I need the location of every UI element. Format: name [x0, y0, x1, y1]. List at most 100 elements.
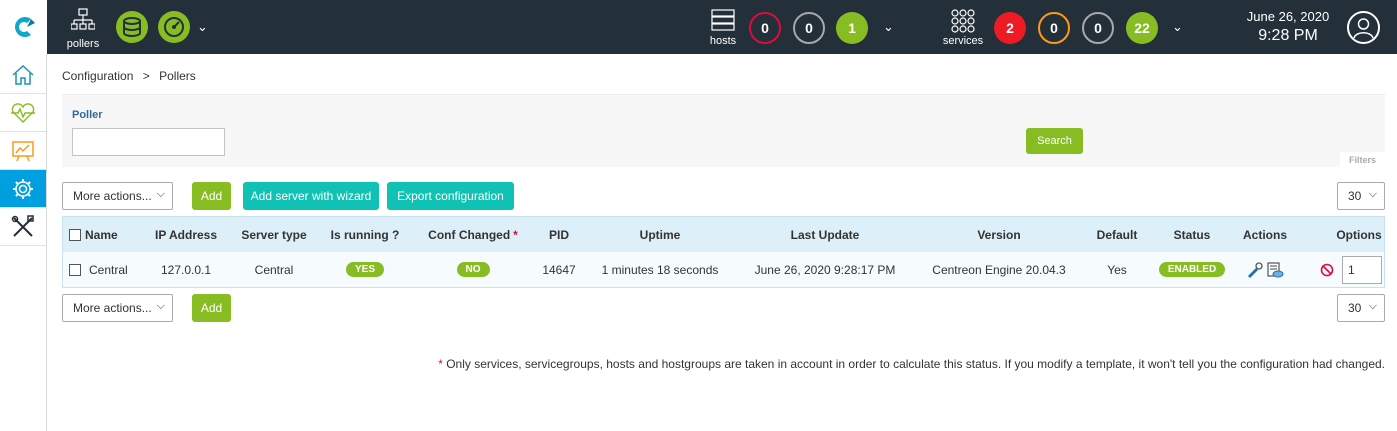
- sidebar-item-monitoring[interactable]: [0, 94, 46, 132]
- database-status-icon[interactable]: [116, 11, 148, 43]
- latency-gauge-icon[interactable]: [158, 11, 190, 43]
- hosts-label: hosts: [709, 35, 737, 47]
- cell-status: ENABLED: [1158, 252, 1226, 287]
- more-actions-label: More actions...: [73, 189, 152, 203]
- sidebar-item-configuration[interactable]: [0, 170, 46, 208]
- chevron-down-icon[interactable]: ⌄: [197, 19, 208, 35]
- page-size-select-bottom[interactable]: 30 ⌵: [1337, 294, 1385, 322]
- footnote: * Only services, servicegroups, hosts an…: [438, 357, 1385, 371]
- hosts-unreachable-count[interactable]: 0: [793, 12, 825, 44]
- cell-version: Centreon Engine 20.04.3: [932, 262, 1066, 277]
- cell-uptime: 1 minutes 18 seconds: [601, 262, 719, 277]
- hosts-down-count[interactable]: 0: [749, 12, 781, 44]
- add-button-bottom[interactable]: Add: [192, 294, 231, 322]
- col-pid[interactable]: PID: [537, 217, 581, 252]
- breadcrumb-configuration[interactable]: Configuration: [62, 69, 133, 83]
- select-arrow-icon: ⌵: [156, 188, 165, 200]
- sidebar: [0, 54, 47, 431]
- col-ip[interactable]: IP Address: [151, 217, 221, 252]
- breadcrumb: Configuration > Pollers: [62, 69, 196, 83]
- col-options: Options: [1336, 227, 1382, 242]
- add-server-wizard-button[interactable]: Add server with wizard: [243, 182, 379, 210]
- add-button-top[interactable]: Add: [192, 182, 231, 210]
- pollers-tree-icon: [71, 8, 95, 30]
- clock: June 26, 2020 9:28 PM: [1236, 9, 1340, 45]
- services-critical-count[interactable]: 2: [994, 12, 1026, 44]
- sidebar-item-home[interactable]: [0, 56, 46, 94]
- services-icon[interactable]: [950, 8, 976, 34]
- status-badge: ENABLED: [1158, 262, 1226, 277]
- poller-filter-label: Poller: [72, 109, 103, 121]
- filters-panel: Poller Search Filters: [62, 94, 1385, 168]
- sidebar-item-reporting[interactable]: [0, 132, 46, 170]
- services-unknown-count[interactable]: 0: [1082, 12, 1114, 44]
- sidebar-item-administration[interactable]: [0, 208, 46, 246]
- more-actions-select-bottom[interactable]: More actions... ⌵: [62, 294, 173, 322]
- conf-changed-badge: NO: [456, 262, 490, 277]
- hosts-icon[interactable]: [711, 9, 735, 31]
- col-server-type[interactable]: Server type: [233, 217, 315, 252]
- select-arrow-icon: ⌵: [156, 300, 165, 312]
- col-actions: Actions: [1242, 227, 1287, 242]
- cell-actions: [1243, 252, 1287, 287]
- centreon-logo[interactable]: [0, 0, 47, 54]
- page-size-value: 30: [1348, 189, 1362, 203]
- cell-server-type: Central: [254, 262, 294, 277]
- col-conf-changed-label: Conf Changed: [428, 227, 511, 242]
- footnote-text: Only services, servicegroups, hosts and …: [442, 357, 1385, 371]
- cell-options: 1: [1341, 252, 1383, 287]
- col-name[interactable]: Name: [85, 217, 125, 252]
- cell-ip: 127.0.0.1: [160, 262, 212, 277]
- breadcrumb-separator: >: [142, 69, 150, 83]
- col-is-running[interactable]: Is running ?: [327, 217, 403, 252]
- filters-tab[interactable]: Filters: [1340, 152, 1385, 168]
- col-status[interactable]: Status: [1162, 217, 1222, 252]
- select-all-checkbox[interactable]: [68, 217, 82, 252]
- cell-default: Yes: [1107, 262, 1127, 277]
- hosts-up-count[interactable]: 1: [836, 12, 868, 44]
- services-warning-count[interactable]: 0: [1038, 12, 1070, 44]
- gear-icon: [13, 178, 33, 199]
- edit-wrench-icon[interactable]: [1246, 261, 1264, 278]
- pollers-button[interactable]: pollers: [62, 6, 104, 50]
- col-uptime[interactable]: Uptime: [600, 217, 720, 252]
- services-chevron-down-icon[interactable]: ⌄: [1172, 19, 1183, 35]
- col-version[interactable]: Version: [929, 217, 1069, 252]
- page-size-value: 30: [1348, 301, 1362, 315]
- cell-is-running: YES: [327, 252, 403, 287]
- disable-icon[interactable]: [1319, 252, 1335, 287]
- home-icon: [12, 64, 34, 85]
- col-conf-changed[interactable]: Conf Changed *: [423, 217, 523, 252]
- cell-pid: 14647: [542, 262, 576, 277]
- view-config-icon[interactable]: [1266, 261, 1284, 278]
- pollers-label: pollers: [66, 38, 100, 50]
- current-time: 9:28 PM: [1258, 27, 1318, 44]
- cell-conf-changed: NO: [423, 252, 523, 287]
- duplicate-count-input[interactable]: 1: [1342, 255, 1382, 284]
- reporting-chart-icon: [12, 140, 34, 161]
- more-actions-select-top[interactable]: More actions... ⌵: [62, 182, 173, 210]
- user-avatar-icon[interactable]: [1347, 11, 1380, 44]
- top-header: pollers ⌄ hosts 0 0 1 ⌄ services 2 0 0 2…: [0, 0, 1397, 54]
- table-header: Name IP Address Server type Is running ?…: [63, 217, 1384, 252]
- tools-icon: [11, 214, 34, 237]
- current-date: June 26, 2020: [1246, 9, 1330, 24]
- select-arrow-icon: ⌵: [1368, 300, 1377, 312]
- poller-filter-input[interactable]: [72, 128, 225, 156]
- page-size-select-top[interactable]: 30 ⌵: [1337, 182, 1385, 210]
- col-default[interactable]: Default: [1091, 217, 1143, 252]
- search-button[interactable]: Search: [1026, 128, 1083, 154]
- monitoring-heart-icon: [11, 102, 35, 123]
- col-last-update[interactable]: Last Update: [753, 217, 897, 252]
- breadcrumb-pollers[interactable]: Pollers: [159, 69, 196, 83]
- hosts-chevron-down-icon[interactable]: ⌄: [883, 19, 894, 35]
- services-ok-count[interactable]: 22: [1126, 12, 1158, 44]
- row-checkbox[interactable]: [68, 252, 82, 287]
- services-label: services: [942, 35, 984, 47]
- cell-name[interactable]: Central: [89, 252, 129, 287]
- export-configuration-button[interactable]: Export configuration: [387, 182, 514, 210]
- select-arrow-icon: ⌵: [1368, 188, 1377, 200]
- cell-last-update: June 26, 2020 9:28:17 PM: [754, 262, 896, 277]
- table-row[interactable]: Central 127.0.0.1 Central YES NO 14647 1…: [63, 252, 1384, 287]
- running-badge: YES: [345, 262, 384, 277]
